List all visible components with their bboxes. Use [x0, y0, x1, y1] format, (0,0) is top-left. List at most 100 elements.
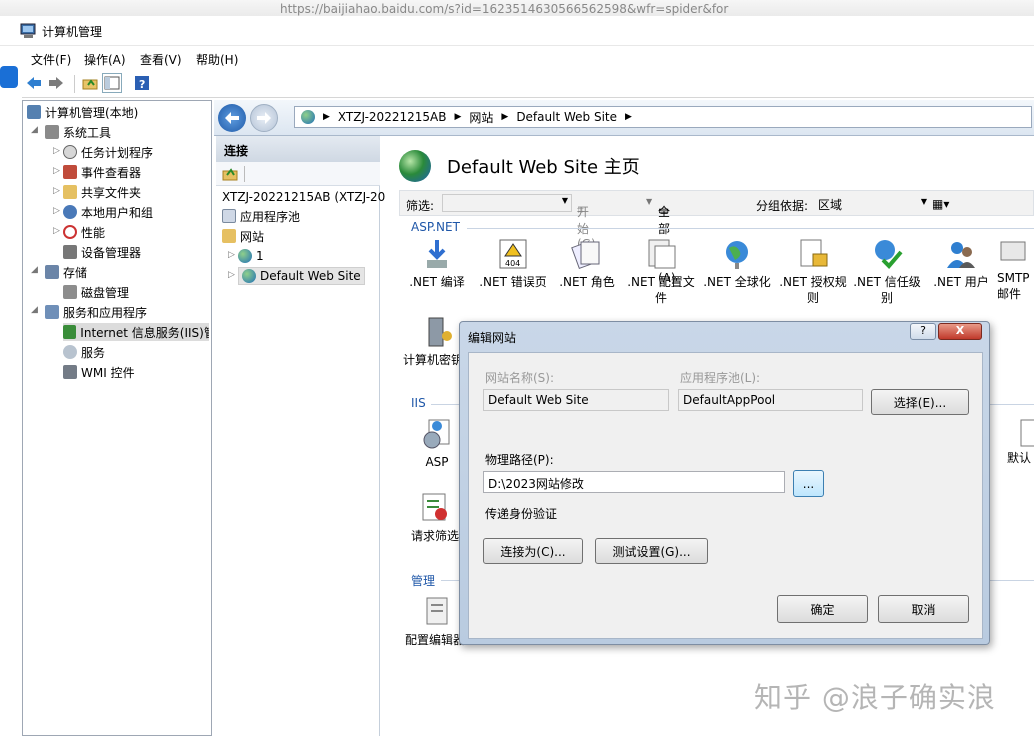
close-button[interactable]: X — [938, 323, 982, 340]
connect-icon[interactable] — [222, 166, 238, 182]
physical-path-input[interactable]: D:\2023网站修改 — [483, 471, 785, 493]
config-editor-icon — [421, 596, 453, 628]
forward-arrow-icon — [49, 77, 63, 89]
tree-iis[interactable]: Internet 信息服务(IIS)管 — [63, 323, 209, 341]
connections-toolbar — [216, 162, 380, 186]
conn-app-pools[interactable]: 应用程序池 — [222, 207, 300, 225]
menu-file[interactable]: 文件(F) — [31, 51, 71, 68]
menu-action[interactable]: 操作(A) — [84, 51, 126, 68]
disk-icon — [63, 285, 77, 299]
tree-local-users[interactable]: 本地用户和组 — [63, 203, 153, 221]
tree-event-viewer[interactable]: 事件查看器 — [63, 163, 141, 181]
group-by-select[interactable]: 区域 ▼ — [814, 194, 930, 212]
feature-net-compilation[interactable]: .NET 编译 — [399, 238, 475, 290]
help-button[interactable]: ? — [910, 323, 936, 340]
feature-net-globalization[interactable]: .NET 全球化 — [699, 238, 775, 290]
lock-document-icon — [797, 238, 829, 270]
expand-arrow-icon[interactable]: ◢ — [31, 125, 38, 135]
tree-wmi[interactable]: WMI 控件 — [63, 363, 135, 381]
expand-arrow-icon[interactable]: ▷ — [228, 250, 235, 260]
feature-default-doc[interactable]: 默认 — [1007, 418, 1034, 466]
feature-net-error-pages[interactable]: 404 .NET 错误页 — [475, 238, 551, 290]
event-viewer-icon — [63, 165, 77, 179]
app-pool-field[interactable]: DefaultAppPool — [678, 389, 863, 411]
conn-sites[interactable]: 网站 — [222, 227, 264, 245]
app-pool-label: 应用程序池(L): — [680, 371, 761, 385]
breadcrumb-server[interactable]: XTZJ-20221215AB — [338, 110, 447, 124]
breadcrumb-site[interactable]: Default Web Site — [516, 110, 617, 124]
feature-net-users[interactable]: .NET 用户 — [923, 238, 999, 290]
expand-arrow-icon[interactable]: ▷ — [53, 146, 60, 156]
document-icon — [1007, 418, 1034, 450]
feature-net-authorization[interactable]: .NET 授权规则 — [775, 238, 851, 306]
select-app-pool-button[interactable]: 选择(E)... — [871, 389, 969, 415]
back-button[interactable] — [24, 73, 44, 93]
server-key-icon — [423, 316, 455, 348]
clock-icon — [63, 145, 77, 159]
tree-system-tools[interactable]: 系统工具 — [45, 123, 111, 141]
expand-arrow-icon[interactable]: ▷ — [53, 166, 60, 176]
tree-device-manager[interactable]: 设备管理器 — [63, 243, 141, 261]
tree-root[interactable]: 计算机管理(本地) — [27, 103, 138, 121]
user-icon — [945, 238, 977, 270]
expand-arrow-icon[interactable]: ◢ — [31, 265, 38, 275]
tree-task-scheduler[interactable]: 任务计划程序 — [63, 143, 153, 161]
conn-default-web-site[interactable]: Default Web Site — [238, 267, 365, 285]
device-manager-icon — [63, 245, 77, 259]
globe-icon — [399, 150, 431, 182]
menu-help[interactable]: 帮助(H) — [196, 51, 238, 68]
trust-check-icon — [871, 238, 903, 270]
expand-arrow-icon[interactable]: ▷ — [53, 206, 60, 216]
window-title: 计算机管理 — [42, 25, 103, 39]
filter-input[interactable]: ▼ — [442, 194, 572, 212]
connect-as-button[interactable]: 连接为(C)... — [483, 538, 583, 564]
tree-disk-management[interactable]: 磁盘管理 — [63, 283, 129, 301]
show-hide-tree-button[interactable] — [102, 73, 122, 93]
conn-site-1[interactable]: 1 — [238, 247, 264, 265]
menu-view[interactable]: 查看(V) — [140, 51, 182, 68]
forward-button[interactable] — [46, 73, 66, 93]
pass-through-auth-label: 传递身份验证 — [485, 507, 558, 521]
iis-forward-button[interactable] — [250, 104, 278, 132]
iis-icon — [63, 325, 77, 339]
feature-net-profile[interactable]: .NET 配置文件 — [623, 238, 699, 306]
close-icon: X — [955, 324, 965, 337]
iis-navigation-bar: ▶ XTZJ-20221215AB ▶ 网站 ▶ Default Web Sit… — [214, 100, 1034, 136]
filter-list-icon — [419, 492, 451, 524]
expand-arrow-icon[interactable]: ◢ — [31, 305, 38, 315]
cancel-button[interactable]: 取消 — [878, 595, 969, 623]
up-folder-button[interactable] — [80, 73, 100, 93]
ok-button[interactable]: 确定 — [777, 595, 868, 623]
test-settings-button[interactable]: 测试设置(G)... — [595, 538, 708, 564]
help-button[interactable]: ? — [132, 73, 152, 93]
connections-pane: 连接 XTZJ-20221215AB (XTZJ-20 应用程序池 网站 ▷ 1… — [216, 136, 385, 736]
side-taskbar-icon[interactable] — [0, 66, 18, 88]
conn-server[interactable]: XTZJ-20221215AB (XTZJ-20 — [222, 188, 385, 206]
expand-arrow-icon[interactable]: ▷ — [53, 186, 60, 196]
address-bar[interactable]: ▶ XTZJ-20221215AB ▶ 网站 ▶ Default Web Sit… — [294, 106, 1032, 128]
help-icon: ? — [920, 324, 926, 337]
feature-net-roles[interactable]: .NET 角色 — [549, 238, 625, 290]
iis-back-button[interactable] — [218, 104, 246, 132]
expand-arrow-icon[interactable]: ▷ — [228, 270, 235, 280]
site-name-field[interactable]: Default Web Site — [483, 389, 669, 411]
error-404-icon: 404 — [497, 238, 529, 270]
tools-icon — [45, 125, 59, 139]
dropdown-arrow-icon: ▼ — [920, 197, 927, 206]
tree-services[interactable]: 服务 — [63, 343, 105, 361]
dropdown-arrow-icon[interactable]: ▼ — [646, 197, 652, 206]
browse-button[interactable]: ... — [793, 470, 824, 497]
group-aspnet: ASP.NET — [411, 220, 460, 234]
tree-storage[interactable]: 存储 — [45, 263, 87, 281]
view-toggle-icon[interactable]: ▦▾ — [932, 197, 949, 211]
tree-services-apps[interactable]: 服务和应用程序 — [45, 303, 147, 321]
globe-icon — [242, 269, 256, 283]
expand-arrow-icon[interactable]: ▷ — [53, 226, 60, 236]
physical-path-label: 物理路径(P): — [485, 453, 554, 467]
feature-net-trust-levels[interactable]: .NET 信任级别 — [849, 238, 925, 306]
breadcrumb-sites[interactable]: 网站 — [469, 109, 493, 126]
feature-smtp[interactable]: SMTP 邮件 — [997, 238, 1034, 302]
tree-shared-folders[interactable]: 共享文件夹 — [63, 183, 141, 201]
tree-performance[interactable]: 性能 — [63, 223, 105, 241]
app-pool-icon — [222, 209, 236, 223]
